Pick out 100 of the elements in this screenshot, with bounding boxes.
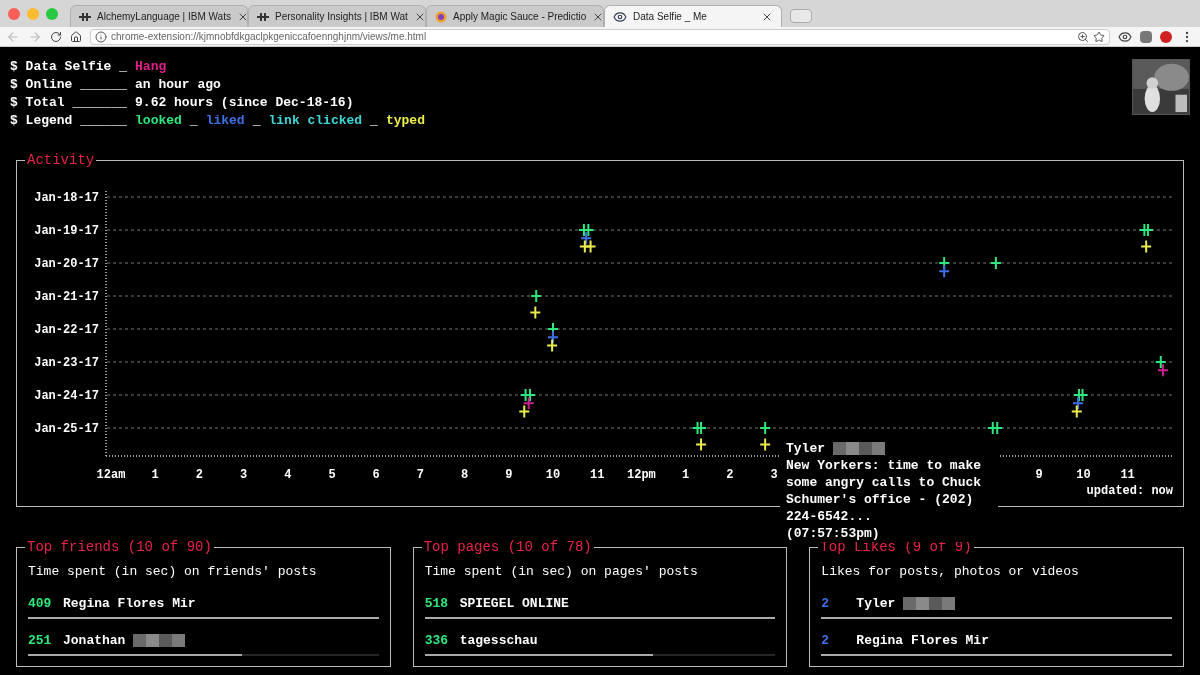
blurred-block	[133, 634, 186, 647]
stop-sign-icon[interactable]	[1160, 30, 1172, 43]
axis-label: 9	[505, 468, 513, 483]
count-text: 336	[424, 631, 450, 650]
total-value: 9.62 hours (since Dec-18-16)	[135, 94, 354, 112]
summary-label: $ Online ______	[10, 76, 128, 94]
axis-label: 8	[461, 468, 469, 483]
count-text: 518	[424, 594, 450, 613]
user-name: Hang	[135, 58, 167, 76]
plus-marker	[938, 264, 951, 279]
plus-marker	[1156, 363, 1169, 378]
browser-tab[interactable]: Data Selfie _ Me	[604, 5, 782, 27]
tab-title: AlchemyLanguage | IBM Wats	[97, 10, 231, 24]
tooltip-name: Tyler	[786, 440, 825, 457]
axis-label: Jan-21-17	[34, 290, 99, 304]
browser-tab[interactable]: Apply Magic Sauce - Predictio	[426, 5, 604, 27]
tooltip-time: (07:57:53pm)	[786, 526, 880, 541]
extension-icon[interactable]	[1140, 30, 1152, 43]
count-text: 409	[28, 594, 53, 613]
plus-marker	[1140, 239, 1153, 254]
panel-subtitle: Time spent (in sec) on pages' posts	[424, 563, 699, 581]
axis-label: 7	[416, 468, 424, 483]
axis-label: 11	[1120, 468, 1135, 483]
axis-label: 12am	[96, 468, 126, 483]
dots-icon	[257, 12, 269, 21]
online-value: an hour ago	[135, 76, 221, 94]
summary-label: $ Data Selfie _	[10, 58, 128, 76]
axis-label: 5	[328, 468, 336, 483]
url-text: chrome-extension://kjmnobfdkgaclpkgeniccafoennghjnm/views/me.html	[111, 30, 427, 44]
axis-label: Jan-19-17	[34, 224, 99, 238]
axis-label: 3	[240, 468, 248, 483]
axis-label: 1	[682, 468, 690, 483]
legend-entry: liked	[205, 112, 245, 130]
plus-marker	[759, 421, 772, 435]
blurred-block	[903, 597, 956, 610]
panel-title: Top friends (10 of 90)	[26, 538, 213, 557]
tab-title: Apply Magic Sauce - Predictio	[453, 10, 587, 24]
legend-entry: typed	[385, 112, 425, 130]
legend-separator: _	[252, 112, 261, 130]
axis-label: Jan-18-17	[34, 191, 99, 205]
axis-label: 2	[726, 468, 734, 483]
plus-marker	[1070, 404, 1083, 419]
axis-label: 1	[151, 468, 159, 483]
axis-label: 6	[372, 468, 380, 483]
legend-separator: _	[189, 112, 198, 130]
axis-label: 4	[284, 468, 292, 483]
plus-marker	[547, 330, 559, 345]
summary-label: $ Total _______	[10, 94, 128, 112]
axis-label: 11	[590, 468, 605, 483]
browser-tab[interactable]: Personality Insights | IBM Wat	[248, 5, 426, 27]
plus-marker	[546, 338, 559, 353]
axis-label: Jan-22-17	[34, 323, 99, 337]
panel-subtitle: Likes for posts, photos or videos	[821, 563, 1080, 581]
count-text: 2	[821, 594, 831, 613]
legend-entry: link clicked	[268, 112, 363, 130]
tab-title: Personality Insights | IBM Wat	[275, 10, 408, 24]
count-text: 2	[821, 631, 831, 650]
tooltip-text: New Yorkers: time to make some angry calls to Chuck Schumer's office - (202) 224-6542...	[786, 457, 983, 525]
panel-title: Top pages (10 of 78)	[422, 538, 593, 557]
info-icon	[95, 30, 107, 43]
axis-label: Jan-23-17	[34, 356, 99, 370]
plus-marker	[580, 231, 593, 246]
legend-entry: looked	[135, 112, 182, 130]
eye-icon[interactable]	[1118, 29, 1132, 44]
plus-marker	[759, 437, 772, 452]
eye-icon	[613, 9, 627, 24]
plus-marker	[529, 305, 542, 320]
plus-marker	[989, 256, 1002, 270]
browser-tab[interactable]: AlchemyLanguage | IBM Wats	[70, 5, 248, 27]
updated-text: updated: now	[1086, 483, 1173, 500]
list-name: Regina Flores Mir	[856, 631, 989, 650]
legend-separator: _	[370, 112, 378, 130]
plus-marker	[522, 396, 535, 411]
axis-label: 10	[1076, 468, 1091, 483]
address-field[interactable]: chrome-extension://kjmnobfdkgaclpkgeniccafoennghjnm/views/me.html	[90, 28, 1110, 45]
dots-icon	[79, 12, 91, 21]
zoom-icon[interactable]	[1077, 30, 1089, 43]
star-icon[interactable]	[1093, 30, 1105, 43]
count-text: 251	[28, 631, 53, 650]
list-name: Regina Flores Mir	[63, 594, 196, 613]
list-name: SPIEGEL ONLINE	[459, 594, 569, 613]
axis-label: Jan-20-17	[34, 257, 99, 271]
panel-title: Activity	[26, 151, 96, 170]
tab-title: Data Selfie _ Me	[633, 10, 708, 24]
axis-label: 2	[195, 468, 203, 483]
plus-marker	[1154, 355, 1167, 369]
plus-marker	[530, 289, 543, 303]
plus-marker	[518, 404, 531, 419]
axis-label: 10	[545, 468, 561, 483]
axis-label: Jan-25-17	[34, 422, 99, 436]
list-name: tagesschau	[459, 631, 538, 650]
reload-icon[interactable]	[50, 30, 62, 43]
plus-marker	[1072, 396, 1085, 411]
swirl-icon	[435, 10, 447, 23]
home-icon[interactable]	[70, 30, 82, 43]
plus-marker	[584, 239, 597, 254]
list-name: Tyler	[856, 594, 896, 613]
list-name: Jonathan	[63, 631, 126, 650]
axis-label: 3	[770, 468, 778, 483]
blurred-block	[833, 442, 885, 455]
